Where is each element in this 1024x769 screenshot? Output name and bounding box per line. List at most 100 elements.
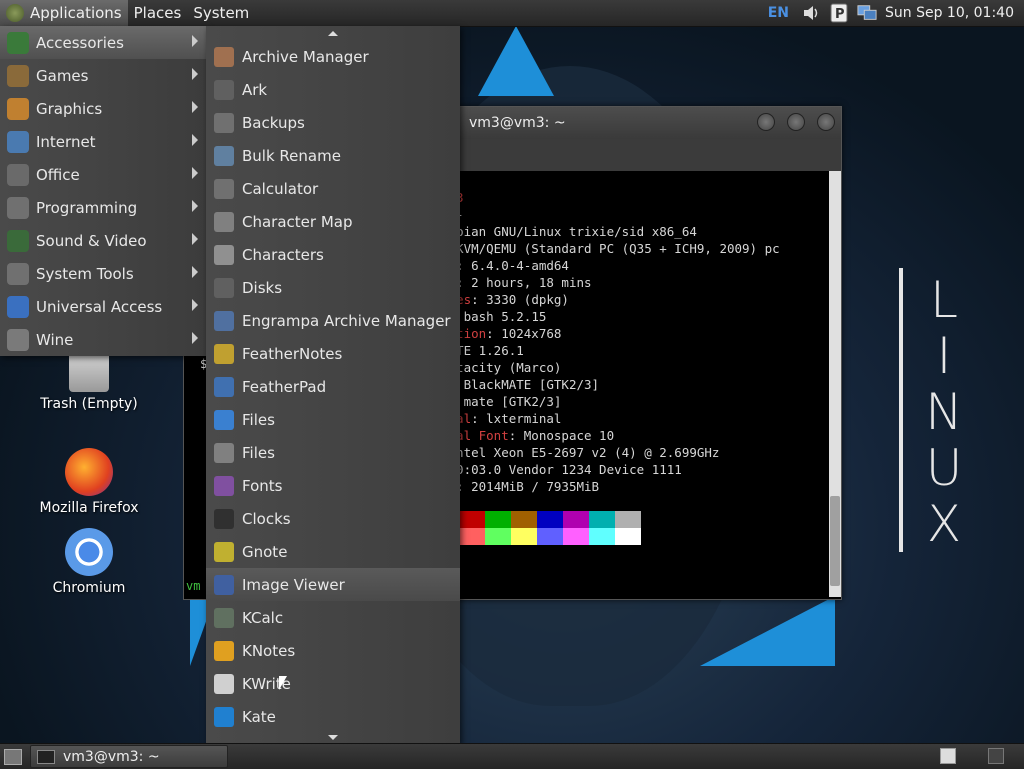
submenu-scroll-up[interactable] [206,26,460,40]
chevron-right-icon [192,299,198,311]
submenu-scroll-down[interactable] [206,730,460,744]
minimize-button[interactable] [757,113,775,131]
category-item[interactable]: Wine [0,323,206,356]
desktop-icon-trash[interactable]: Trash (Empty) [34,348,144,412]
terminal-output[interactable]: vm3---Debian GNU/Linux trixie/sid x86_64… [441,171,827,615]
category-item[interactable]: Sound & Video [0,224,206,257]
color-swatch [511,511,537,528]
internet-icon [7,130,29,153]
submenu-item[interactable]: Bulk Rename [206,139,460,172]
places-menu[interactable]: Places [128,0,188,26]
applications-menu[interactable]: Applications [0,0,128,26]
window-controls [745,113,835,131]
chevron-right-icon [192,266,198,278]
submenu-item[interactable]: Fonts [206,469,460,502]
category-item[interactable]: Accessories [0,26,206,59]
category-item[interactable]: Universal Access [0,290,206,323]
clock[interactable]: Sun Sep 10, 01:40 [885,5,1014,21]
submenu-item[interactable]: Character Map [206,205,460,238]
submenu-item[interactable]: Image Viewer [206,568,460,601]
submenu-label: Kate [242,707,276,726]
workspace-1[interactable] [940,748,956,764]
color-swatch [459,528,485,545]
taskbar-window-button[interactable]: vm3@vm3: ~ [30,745,228,768]
maximize-button[interactable] [787,113,805,131]
terminal-line: s: mate [GTK2/3] [441,393,827,410]
terminal-line: ages: 3330 (dpkg) [441,291,827,308]
submenu-label: FeatherPad [242,377,327,396]
submenu-item[interactable]: Clocks [206,502,460,535]
submenu-item[interactable]: Characters [206,238,460,271]
submenu-item[interactable]: Engrampa Archive Manager [206,304,460,337]
terminal-line: Metacity (Marco) [441,359,827,376]
terminal-line: el: 6.4.0-4-amd64 [441,257,827,274]
scrollbar-thumb[interactable] [830,496,840,586]
image-viewer-icon [214,574,234,595]
submenu-item[interactable]: Kate [206,700,460,730]
terminal-value: : 3330 (dpkg) [471,292,569,307]
parcellite-icon[interactable]: P [829,3,849,23]
category-label: Programming [36,198,138,217]
color-swatch [563,511,589,528]
system-tray: EN P Sun Sep 10, 01:40 [768,0,1024,26]
submenu-item[interactable]: Backups [206,106,460,139]
volume-icon[interactable] [801,3,821,23]
submenu-item[interactable]: Gnote [206,535,460,568]
submenu-item[interactable]: Archive Manager [206,40,460,73]
submenu-label: KCalc [242,608,284,627]
terminal-value: : 2 hours, 18 mins [456,275,592,290]
terminal-line: Intel Xeon E5-2697 v2 (4) @ 2.699GHz [441,444,827,461]
submenu-item[interactable]: Calculator [206,172,460,205]
category-item[interactable]: System Tools [0,257,206,290]
terminal-window[interactable]: vm3@vm3: ~ vm3---Debian GNU/Linux trixie… [440,106,842,600]
applications-category-menu: Accessories Games Graphics Internet Office Pr… [0,26,206,356]
wallpaper-letter: I [936,327,952,385]
wallpaper-linux-text: LINUX [922,272,966,552]
submenu-item[interactable]: KNotes [206,634,460,667]
submenu-item[interactable]: Disks [206,271,460,304]
terminal-value: 00:03.0 Vendor 1234 Device 1111 [441,462,682,477]
category-item[interactable]: Graphics [0,92,206,125]
category-item[interactable]: Games [0,59,206,92]
close-button[interactable] [817,113,835,131]
category-item[interactable]: Programming [0,191,206,224]
wallpaper-letter: X [926,495,962,553]
terminal-value: : 2014MiB / 7935MiB [456,479,600,494]
kate-icon [214,706,234,727]
system-menu[interactable]: System [187,0,255,26]
submenu-label: Fonts [242,476,283,495]
submenu-item[interactable]: FeatherNotes [206,337,460,370]
disks-icon [214,277,234,298]
network-icon[interactable] [857,3,877,23]
chromium-icon [65,528,113,576]
submenu-label: Disks [242,278,283,297]
terminal-line: vm3 [441,189,827,206]
terminal-value: : mate [GTK2/3] [448,394,562,409]
submenu-item[interactable]: KCalc [206,601,460,634]
desktop-icon-label: Mozilla Firefox [39,500,139,516]
submenu-item[interactable]: KWrite [206,667,460,700]
submenu-item[interactable]: Ark [206,73,460,106]
submenu-label: Bulk Rename [242,146,341,165]
submenu-label: Files [242,410,275,429]
submenu-label: KNotes [242,641,296,660]
show-desktop-button[interactable] [4,748,22,765]
submenu-item[interactable]: Files [206,436,460,469]
submenu-item[interactable]: FeatherPad [206,370,460,403]
chevron-right-icon [192,167,198,179]
files-alt-icon [214,442,234,463]
ark-icon [214,79,234,100]
terminal-value: : bash 5.2.15 [448,309,547,324]
terminal-scrollbar[interactable] [829,171,841,597]
chevron-right-icon [192,134,198,146]
desktop-icon-firefox[interactable]: Mozilla Firefox [34,448,144,516]
terminal-line: me: 2 hours, 18 mins [441,274,827,291]
workspace-2[interactable] [988,748,1004,764]
desktop-icon-chromium[interactable]: Chromium [34,528,144,596]
color-row [459,528,641,545]
category-item[interactable]: Internet [0,125,206,158]
submenu-item[interactable]: Files [206,403,460,436]
category-item[interactable]: Office [0,158,206,191]
applications-label: Applications [30,4,122,22]
keyboard-layout-indicator[interactable]: EN [768,5,789,21]
